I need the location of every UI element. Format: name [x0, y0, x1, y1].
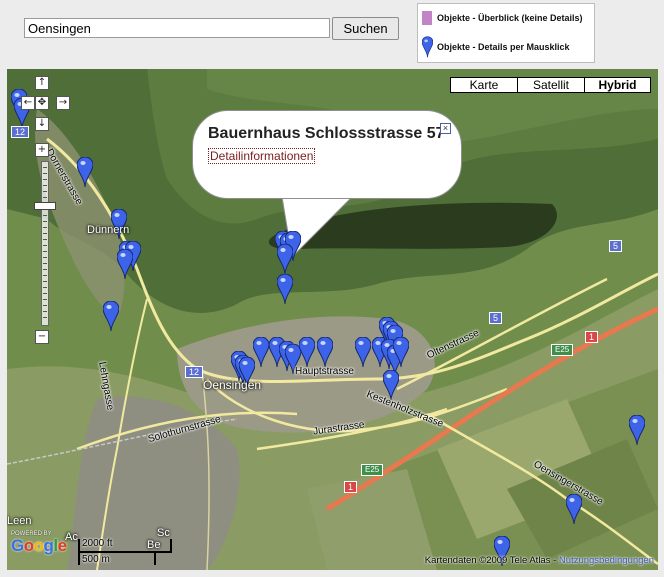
- zoom-tick: [43, 185, 47, 186]
- zoom-tick: [43, 305, 47, 306]
- pan-center-button[interactable]: ✥: [35, 96, 49, 110]
- zoom-tick: [43, 215, 47, 216]
- copyright-text: Kartendaten ©2009 Tele Atlas -: [424, 555, 559, 566]
- zoom-tick: [43, 263, 47, 264]
- map-copyright: Kartendaten ©2009 Tele Atlas - Nutzungsb…: [425, 555, 654, 566]
- zoom-tick: [43, 227, 47, 228]
- blue-marker-icon[interactable]: [299, 337, 315, 367]
- map-legend: Objekte - Überblick (keine Details) Obje…: [417, 3, 595, 63]
- logo-letter: g: [43, 536, 54, 555]
- blue-marker-icon[interactable]: [393, 337, 409, 367]
- blue-marker-icon[interactable]: [253, 337, 269, 367]
- pan-left-button[interactable]: ←: [21, 96, 35, 110]
- pan-up-button[interactable]: ↑: [35, 76, 49, 90]
- zoom-tick: [43, 251, 47, 252]
- legend-details-label: Objekte - Details per Mausklick: [437, 42, 570, 52]
- road-shield-1: 1: [344, 481, 358, 493]
- logo-letter: e: [57, 536, 67, 555]
- logo-letter: o: [33, 536, 44, 555]
- map-type-satellit[interactable]: Satellit: [517, 77, 585, 93]
- blue-marker-icon[interactable]: [77, 157, 93, 187]
- close-icon[interactable]: ×: [440, 123, 451, 134]
- pan-down-button[interactable]: ↓: [35, 117, 49, 131]
- map-scale: 2000 ft 500 m: [77, 537, 177, 567]
- zoom-tick: [43, 233, 47, 234]
- zoom-tick: [43, 317, 47, 318]
- zoom-tick: [43, 275, 47, 276]
- pan-right-button[interactable]: →: [56, 96, 70, 110]
- overview-swatch-icon: [422, 11, 432, 25]
- place-label: Dünnern: [87, 224, 130, 236]
- road-shield-5: 5: [609, 240, 623, 252]
- zoom-tick: [43, 179, 47, 180]
- search-input[interactable]: [24, 18, 330, 38]
- blue-marker-icon[interactable]: [117, 249, 133, 279]
- blue-marker-icon[interactable]: [629, 415, 645, 445]
- terms-link[interactable]: Nutzungsbedingungen: [559, 555, 654, 566]
- logo-letter: o: [23, 536, 34, 555]
- scale-imperial: 2000 ft: [82, 538, 113, 549]
- zoom-tick: [43, 281, 47, 282]
- detail-info-link[interactable]: Detailinformationen: [208, 148, 316, 164]
- road-shield-1: 1: [585, 331, 599, 343]
- zoom-tick: [43, 221, 47, 222]
- info-window: Bauernhaus Schlossstrasse 57 Detailinfor…: [192, 110, 462, 199]
- blue-marker-icon[interactable]: [103, 301, 119, 331]
- blue-marker-icon[interactable]: [317, 337, 333, 367]
- zoom-out-button[interactable]: −: [35, 330, 49, 344]
- legend-row-overview: Objekte - Überblick (keine Details): [422, 11, 583, 25]
- street-label: Hauptstrasse: [295, 366, 354, 377]
- road-shield-e25: E25: [551, 344, 574, 356]
- search-button[interactable]: Suchen: [332, 17, 399, 40]
- zoom-tick: [43, 191, 47, 192]
- map-type-hybrid[interactable]: Hybrid: [584, 77, 651, 93]
- zoom-tick: [43, 167, 47, 168]
- blue-marker-icon: [422, 36, 433, 58]
- blue-marker-icon[interactable]: [566, 494, 582, 524]
- info-window-title: Bauernhaus Schlossstrasse 57: [208, 125, 445, 142]
- legend-row-details: Objekte - Details per Mausklick: [422, 36, 570, 58]
- zoom-slider-thumb[interactable]: [34, 202, 56, 210]
- road-shield-12: 12: [11, 126, 30, 138]
- road-shield-e25: E25: [361, 464, 384, 476]
- zoom-tick: [43, 239, 47, 240]
- zoom-tick: [43, 173, 47, 174]
- blue-marker-icon[interactable]: [355, 337, 371, 367]
- road-shield-5: 5: [489, 312, 503, 324]
- zoom-tick: [43, 257, 47, 258]
- zoom-tick: [43, 299, 47, 300]
- legend-overview-label: Objekte - Überblick (keine Details): [437, 13, 583, 23]
- hybrid-map[interactable]: Hauptstrasse Kestenholzstrasse Jurastras…: [7, 69, 658, 570]
- map-type-karte[interactable]: Karte: [450, 77, 518, 93]
- logo-letter: G: [11, 536, 24, 555]
- place-label: Leen: [7, 515, 32, 527]
- blue-marker-icon[interactable]: [277, 244, 293, 274]
- scale-metric: 500 m: [82, 554, 110, 565]
- zoom-tick: [43, 197, 47, 198]
- zoom-tick: [43, 311, 47, 312]
- blue-marker-icon[interactable]: [277, 274, 293, 304]
- zoom-tick: [43, 269, 47, 270]
- place-label: Oensingen: [203, 378, 262, 392]
- zoom-tick: [43, 287, 47, 288]
- zoom-tick: [43, 245, 47, 246]
- zoom-tick: [43, 293, 47, 294]
- road-shield-12: 12: [185, 366, 204, 378]
- google-logo[interactable]: Google: [11, 536, 67, 556]
- zoom-in-button[interactable]: +: [35, 143, 49, 157]
